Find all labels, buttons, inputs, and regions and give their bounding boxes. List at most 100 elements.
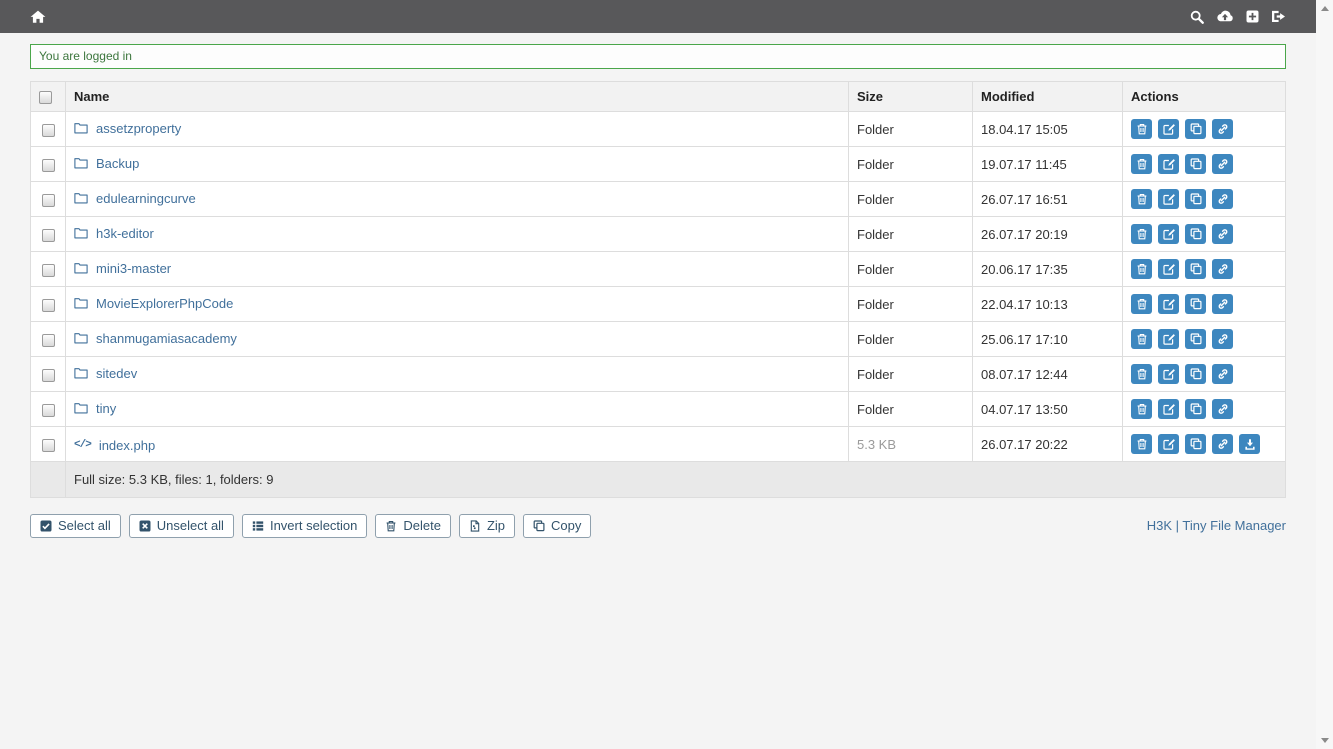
delete-button[interactable] xyxy=(1131,259,1152,279)
copy-button[interactable] xyxy=(1185,399,1206,419)
delete-button[interactable] xyxy=(1131,329,1152,349)
row-checkbox[interactable] xyxy=(42,334,55,347)
copy-button[interactable] xyxy=(1185,119,1206,139)
rename-button[interactable] xyxy=(1158,224,1179,244)
delete-icon xyxy=(1136,123,1148,135)
table-row: Backup Folder 19.07.17 11:45 xyxy=(31,147,1286,182)
copy-button[interactable] xyxy=(1185,154,1206,174)
file-name-link[interactable]: Backup xyxy=(74,156,139,171)
rename-icon xyxy=(1163,333,1175,345)
file-name-link[interactable]: edulearningcurve xyxy=(74,191,196,206)
row-checkbox[interactable] xyxy=(42,299,55,312)
link-button[interactable] xyxy=(1212,364,1233,384)
link-button[interactable] xyxy=(1212,154,1233,174)
zip-button[interactable]: Zip xyxy=(459,514,515,538)
file-name-link[interactable]: </> index.php xyxy=(74,438,155,453)
rename-button[interactable] xyxy=(1158,259,1179,279)
delete-button[interactable] xyxy=(1131,399,1152,419)
copy-icon xyxy=(1190,438,1202,450)
copy-button[interactable] xyxy=(1185,294,1206,314)
delete-button[interactable] xyxy=(1131,224,1152,244)
delete-button[interactable] xyxy=(1131,119,1152,139)
file-size: Folder xyxy=(849,112,973,147)
copy-icon xyxy=(1190,123,1202,135)
scroll-up-icon[interactable] xyxy=(1321,6,1329,11)
link-button[interactable] xyxy=(1212,399,1233,419)
link-button[interactable] xyxy=(1212,294,1233,314)
branding: H3K | Tiny File Manager xyxy=(1147,517,1286,535)
file-modified: 26.07.17 20:22 xyxy=(973,427,1123,462)
file-modified: 22.04.17 10:13 xyxy=(973,287,1123,322)
rename-button[interactable] xyxy=(1158,154,1179,174)
row-checkbox[interactable] xyxy=(42,229,55,242)
link-button[interactable] xyxy=(1212,189,1233,209)
file-size: Folder xyxy=(849,357,973,392)
copy-button[interactable] xyxy=(1185,329,1206,349)
folder-icon xyxy=(74,192,88,204)
delete-button[interactable] xyxy=(1131,294,1152,314)
row-checkbox[interactable] xyxy=(42,124,55,137)
delete-button[interactable]: Delete xyxy=(375,514,451,538)
rename-button[interactable] xyxy=(1158,294,1179,314)
download-button[interactable] xyxy=(1239,434,1260,454)
delete-button[interactable] xyxy=(1131,364,1152,384)
rename-button[interactable] xyxy=(1158,364,1179,384)
row-checkbox[interactable] xyxy=(42,404,55,417)
zip-file-icon xyxy=(469,520,481,532)
link-button[interactable] xyxy=(1212,224,1233,244)
home-icon[interactable] xyxy=(30,10,46,23)
summary-text: Full size: 5.3 KB, files: 1, folders: 9 xyxy=(66,462,1286,498)
file-name-link[interactable]: h3k-editor xyxy=(74,226,154,241)
link-icon xyxy=(1217,438,1229,450)
copy-button[interactable] xyxy=(1185,224,1206,244)
branding-link[interactable]: H3K | Tiny File Manager xyxy=(1147,518,1286,533)
file-name-link[interactable]: mini3-master xyxy=(74,261,171,276)
file-name-link[interactable]: assetzproperty xyxy=(74,121,181,136)
link-icon xyxy=(1217,228,1229,240)
row-checkbox[interactable] xyxy=(42,264,55,277)
copy-icon xyxy=(1190,263,1202,275)
select-all-button[interactable]: Select all xyxy=(30,514,121,538)
column-header-modified: Modified xyxy=(973,82,1123,112)
link-button[interactable] xyxy=(1212,434,1233,454)
logout-icon[interactable] xyxy=(1271,10,1286,23)
search-icon[interactable] xyxy=(1190,10,1204,24)
link-button[interactable] xyxy=(1212,119,1233,139)
copy-button[interactable] xyxy=(1185,434,1206,454)
file-name-link[interactable]: tiny xyxy=(74,401,116,416)
copy-button[interactable]: Copy xyxy=(523,514,591,538)
rename-button[interactable] xyxy=(1158,189,1179,209)
delete-button[interactable] xyxy=(1131,189,1152,209)
copy-button[interactable] xyxy=(1185,259,1206,279)
new-item-icon[interactable] xyxy=(1246,10,1259,23)
rename-button[interactable] xyxy=(1158,119,1179,139)
vertical-scrollbar[interactable] xyxy=(1316,0,1333,749)
rename-button[interactable] xyxy=(1158,434,1179,454)
link-icon xyxy=(1217,403,1229,415)
row-checkbox[interactable] xyxy=(42,439,55,452)
rename-icon xyxy=(1163,263,1175,275)
row-checkbox[interactable] xyxy=(42,194,55,207)
folder-icon xyxy=(74,367,88,379)
copy-button[interactable] xyxy=(1185,189,1206,209)
folder-icon xyxy=(74,332,88,344)
scroll-down-icon[interactable] xyxy=(1321,738,1329,743)
upload-icon[interactable] xyxy=(1216,10,1234,23)
unselect-all-button[interactable]: Unselect all xyxy=(129,514,234,538)
file-modified: 04.07.17 13:50 xyxy=(973,392,1123,427)
rename-button[interactable] xyxy=(1158,329,1179,349)
link-button[interactable] xyxy=(1212,329,1233,349)
file-name-link[interactable]: MovieExplorerPhpCode xyxy=(74,296,233,311)
delete-icon xyxy=(1136,333,1148,345)
copy-button[interactable] xyxy=(1185,364,1206,384)
link-button[interactable] xyxy=(1212,259,1233,279)
row-checkbox[interactable] xyxy=(42,369,55,382)
file-name-link[interactable]: sitedev xyxy=(74,366,137,381)
file-name-link[interactable]: shanmugamiasacademy xyxy=(74,331,237,346)
delete-button[interactable] xyxy=(1131,434,1152,454)
rename-button[interactable] xyxy=(1158,399,1179,419)
row-checkbox[interactable] xyxy=(42,159,55,172)
invert-selection-button[interactable]: Invert selection xyxy=(242,514,367,538)
select-all-checkbox[interactable] xyxy=(39,91,52,104)
delete-button[interactable] xyxy=(1131,154,1152,174)
